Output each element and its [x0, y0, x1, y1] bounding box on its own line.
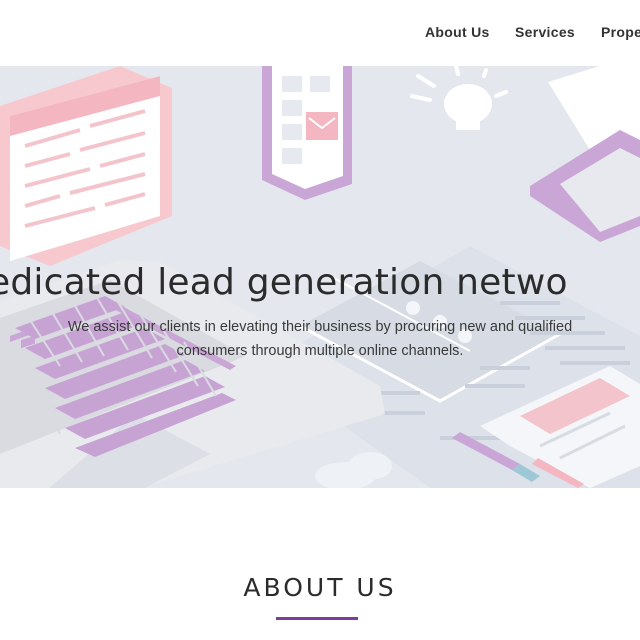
hero-subtitle: We assist our clients in elevating their… — [20, 315, 620, 363]
hero-title: edicated lead generation netwo — [0, 262, 568, 303]
top-navigation: About Us Services Prope — [0, 0, 640, 66]
hero-subtitle-line-2: consumers through multiple online channe… — [176, 343, 464, 359]
about-us-heading: ABOUT US — [243, 573, 397, 602]
nav-services-link[interactable]: Services — [515, 24, 575, 40]
nav-properties-link[interactable]: Prope — [601, 24, 640, 40]
heading-underline — [276, 617, 358, 620]
hero-subtitle-line-1: We assist our clients in elevating their… — [67, 319, 573, 335]
hero-banner: edicated lead generation netwo We assist… — [0, 66, 640, 488]
nav-about-us-link[interactable]: About Us — [425, 24, 490, 40]
